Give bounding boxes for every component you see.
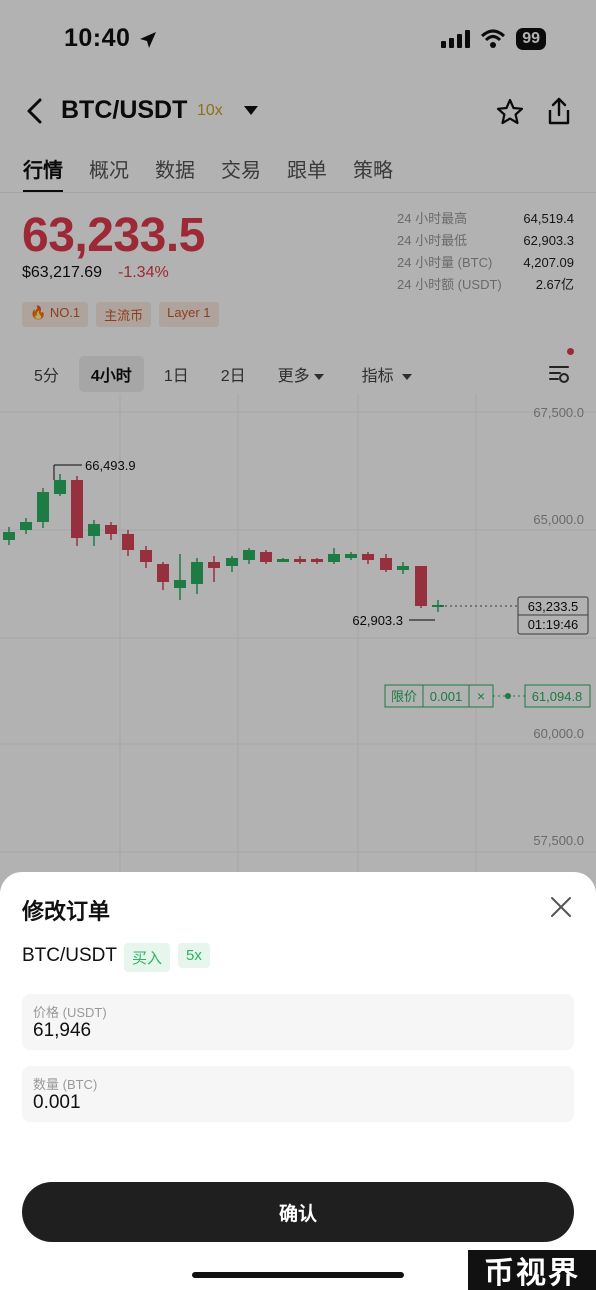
quantity-input[interactable]: 0.001: [33, 1092, 533, 1114]
order-pair: BTC/USDT: [22, 945, 117, 966]
leverage-pill: 5x: [178, 943, 210, 968]
quantity-field-label: 数量 (BTC): [33, 1077, 98, 1092]
price-field-label: 价格 (USDT): [33, 1005, 107, 1020]
sheet-title: 修改订单: [22, 899, 111, 924]
close-icon[interactable]: [550, 896, 572, 918]
price-field[interactable]: 价格 (USDT) 61,946: [22, 994, 574, 1050]
watermark-logo: 币视界: [468, 1250, 596, 1290]
home-indicator[interactable]: [192, 1272, 404, 1278]
price-input[interactable]: 61,946: [33, 1020, 533, 1042]
confirm-button[interactable]: 确认: [22, 1182, 574, 1242]
quantity-field[interactable]: 数量 (BTC) 0.001: [22, 1066, 574, 1122]
side-badge: 买入: [124, 943, 171, 972]
